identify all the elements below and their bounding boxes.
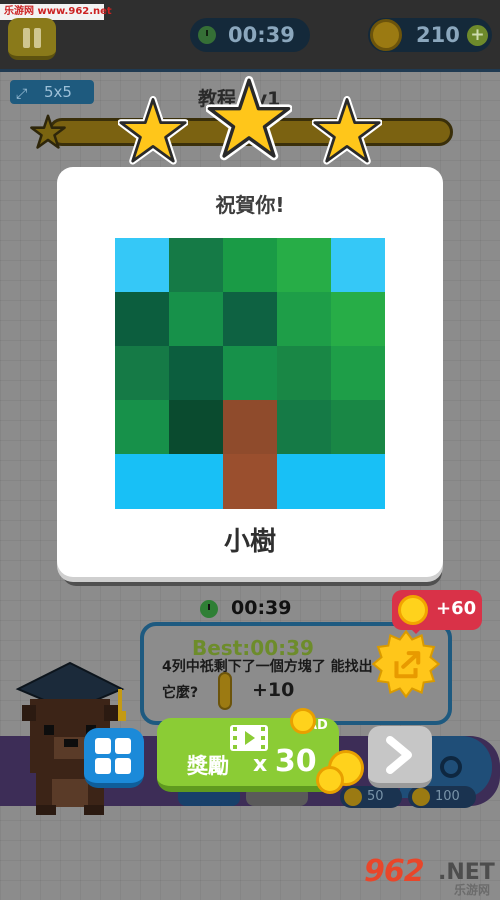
timer-pill: 00:39 bbox=[190, 18, 310, 52]
reward-multiplier: x 30 bbox=[253, 744, 317, 779]
share-button[interactable] bbox=[372, 630, 440, 698]
pixel-cell bbox=[277, 292, 331, 346]
grid-icon bbox=[115, 738, 131, 754]
pixel-cell bbox=[169, 238, 223, 292]
coin-counter: 210 + bbox=[368, 18, 492, 52]
pixel-cell bbox=[277, 346, 331, 400]
grid-icon bbox=[95, 758, 111, 774]
coin-icon bbox=[412, 788, 430, 806]
cost-value: 100 bbox=[435, 789, 460, 804]
pixel-cell bbox=[223, 346, 277, 400]
watermark-brand: 962 bbox=[364, 854, 425, 889]
coin-icon bbox=[218, 672, 232, 710]
pixel-cell bbox=[115, 454, 169, 509]
cost-pill: 100 bbox=[408, 786, 476, 808]
pixel-cell bbox=[223, 292, 277, 346]
coin-icon bbox=[370, 19, 402, 51]
coin-icon bbox=[290, 708, 316, 734]
cost-value: 50 bbox=[367, 789, 384, 804]
add-coins-button[interactable]: + bbox=[467, 25, 488, 46]
hint-coin-reward: +10 bbox=[252, 679, 295, 701]
congrats-dialog: 祝賀你! 小樹 bbox=[57, 167, 443, 577]
pixel-art-result bbox=[115, 238, 385, 509]
hint-timer-text: 00:39 bbox=[231, 597, 292, 619]
pixel-cell bbox=[115, 238, 169, 292]
magnifier-icon bbox=[440, 756, 462, 778]
pixel-cell bbox=[115, 346, 169, 400]
clock-icon bbox=[200, 600, 218, 618]
share-reward-amount: +60 bbox=[436, 598, 477, 619]
pixel-cell bbox=[331, 292, 385, 346]
clock-icon bbox=[198, 26, 216, 44]
coin-icon bbox=[344, 788, 362, 806]
timer-text: 00:39 bbox=[228, 23, 295, 47]
pixel-cell bbox=[223, 454, 277, 509]
pixel-cell bbox=[277, 454, 331, 509]
arrow-right-icon bbox=[386, 736, 412, 774]
grid-icon bbox=[115, 758, 131, 774]
hint-timer: 00:39 bbox=[200, 597, 320, 621]
next-level-button[interactable] bbox=[368, 726, 432, 788]
pixel-cell bbox=[223, 400, 277, 454]
star-icon-center bbox=[206, 76, 292, 161]
cost-pill: 50 bbox=[340, 786, 402, 808]
pixel-cell bbox=[331, 454, 385, 509]
star-icon-left bbox=[118, 96, 188, 165]
pixel-cell bbox=[331, 238, 385, 292]
pixel-cell bbox=[331, 346, 385, 400]
reward-label: 獎勵 bbox=[187, 754, 229, 778]
pixel-cell bbox=[169, 346, 223, 400]
pixel-cell bbox=[331, 400, 385, 454]
coin-icon bbox=[398, 595, 428, 625]
pixel-cell bbox=[169, 454, 223, 509]
coin-icon bbox=[316, 766, 344, 794]
star-icon-right bbox=[312, 96, 382, 165]
pause-button[interactable] bbox=[8, 18, 56, 60]
pixel-cell bbox=[277, 400, 331, 454]
grid-size-label: 5x5 bbox=[44, 83, 72, 101]
watermark-logo: 962 .NET 乐游网 bbox=[358, 850, 498, 898]
pixel-cell bbox=[169, 292, 223, 346]
watermark-cn: 乐游网 bbox=[454, 883, 491, 897]
pixel-cell bbox=[115, 292, 169, 346]
coin-count: 210 bbox=[416, 23, 460, 47]
resize-icon: ⤢ bbox=[16, 86, 28, 102]
dialog-title: 祝賀你! bbox=[215, 193, 285, 217]
grid-icon bbox=[95, 738, 111, 754]
reward-multiplier-value: 30 bbox=[274, 744, 317, 779]
progress-star-icon bbox=[30, 114, 66, 149]
pixel-cell bbox=[169, 400, 223, 454]
grid-size-badge: ⤢ 5x5 bbox=[10, 80, 94, 104]
pixel-cell bbox=[277, 238, 331, 292]
pixel-cell bbox=[115, 400, 169, 454]
level-select-button[interactable] bbox=[84, 728, 144, 788]
pixel-cell bbox=[223, 238, 277, 292]
result-name: 小樹 bbox=[223, 527, 276, 557]
share-reward-badge: +60 bbox=[392, 590, 482, 634]
